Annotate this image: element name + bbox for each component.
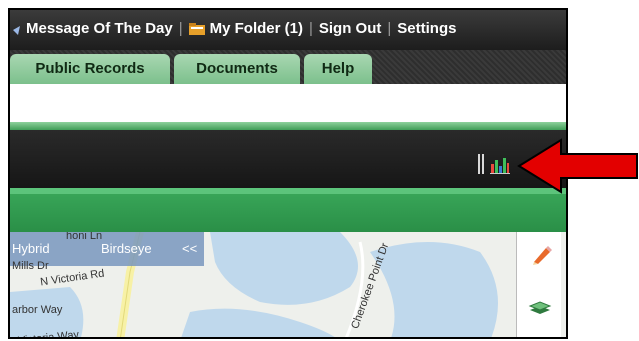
folder-icon	[188, 22, 205, 35]
sign-out-link[interactable]: Sign Out	[319, 20, 382, 37]
message-of-the-day-link[interactable]: Message Of The Day	[26, 20, 173, 37]
green-header-band	[10, 188, 566, 232]
chart-icon[interactable]	[490, 154, 510, 174]
tab-documents[interactable]: Documents	[174, 54, 300, 84]
my-folder-link[interactable]: My Folder (1)	[210, 20, 303, 37]
tab-public-records[interactable]: Public Records	[10, 54, 170, 84]
street-label: honi Ln	[66, 232, 103, 242]
street-label: arbor Way	[12, 304, 63, 316]
collapse-button[interactable]: <<	[182, 241, 197, 256]
map-view-hybrid[interactable]: Hybrid	[12, 241, 50, 256]
map-view[interactable]: Hybrid Birdseye << honi Ln Mills Dr N Vi…	[10, 232, 566, 337]
tab-help[interactable]: Help	[304, 54, 372, 84]
search-band	[10, 84, 566, 122]
settings-link[interactable]: Settings	[397, 20, 456, 37]
green-divider	[10, 122, 566, 130]
top-nav-bar: Message Of The Day | My Folder (1) | Sig…	[10, 10, 566, 50]
message-icon	[12, 23, 21, 35]
layers-icon[interactable]	[528, 298, 552, 318]
tab-bar: Public Records Documents Help	[10, 50, 566, 84]
nav-separator: |	[308, 20, 313, 37]
street-label: Mills Dr	[12, 260, 49, 272]
toolbar-handle-icon[interactable]	[478, 154, 484, 174]
nav-separator: |	[387, 20, 392, 37]
map-view-birdseye[interactable]: Birdseye	[101, 241, 152, 256]
red-arrow-annotation	[517, 138, 639, 194]
nav-separator: |	[178, 20, 183, 37]
pencil-icon[interactable]	[530, 244, 552, 266]
app-window: Message Of The Day | My Folder (1) | Sig…	[8, 8, 568, 339]
